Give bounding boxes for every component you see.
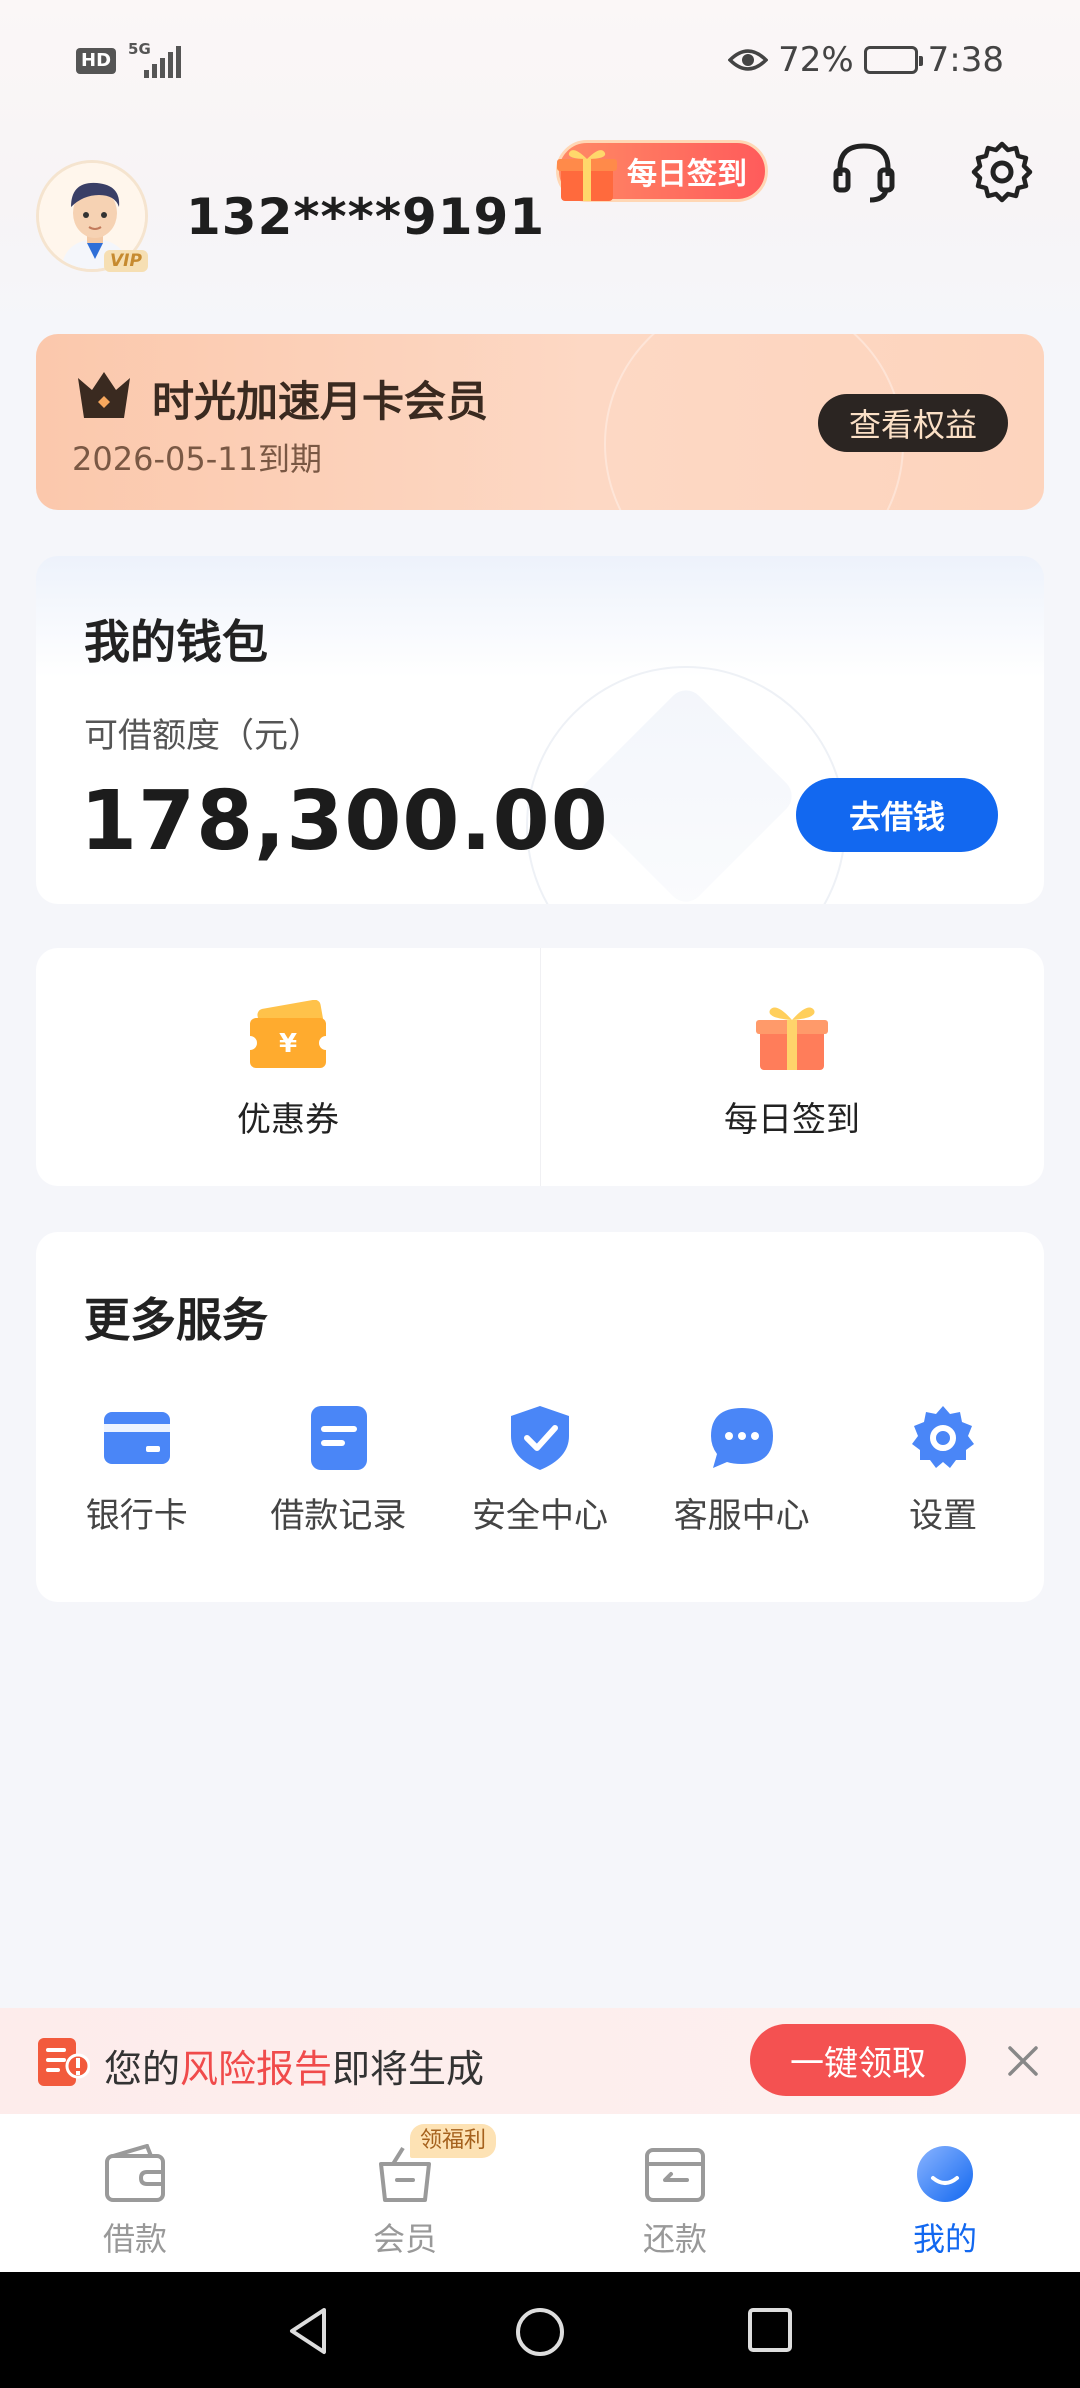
quick-actions-card: ¥ 优惠券 每日签到 [36,948,1044,1186]
network-type: 5G [128,40,151,58]
checkin-label: 每日签到 [627,157,747,192]
signal-icon: 5G [128,40,182,78]
status-bar: HD 5G 72% 7:38 [0,0,1080,130]
eye-icon [728,49,769,71]
daily-checkin-entry[interactable]: 每日签到 [540,948,1044,1186]
daily-checkin-label: 每日签到 [724,1100,860,1140]
services-title: 更多服务 [84,1293,268,1347]
record-icon [311,1406,368,1470]
member-card[interactable]: 时光加速月卡会员 2026-05-11到期 查看权益 [36,334,1044,510]
system-nav-bar [0,2272,1080,2388]
status-right: 72% 7:38 [728,40,1004,80]
repay-icon [645,2148,705,2202]
status-left: HD 5G [76,40,182,78]
service-bank-card[interactable]: 银行卡 [36,1406,238,1537]
service-customer-center[interactable]: 客服中心 [641,1406,843,1537]
service-label: 客服中心 [673,1496,810,1536]
svg-text:¥: ¥ [279,1029,297,1059]
tab-member[interactable]: 领福利 会员 [270,2114,540,2272]
bottom-tab-bar: 借款 领福利 会员 还款 我的 [0,2114,1080,2272]
risk-text-highlight: 风险报告 [180,2047,333,2091]
service-security-center[interactable]: 安全中心 [439,1406,641,1537]
service-loan-records[interactable]: 借款记录 [238,1406,440,1537]
coupon-label: 优惠券 [237,1100,339,1140]
tab-mine[interactable]: 我的 [810,2114,1080,2272]
battery-icon [863,46,923,74]
tab-borrow[interactable]: 借款 [0,2114,270,2272]
report-alert-icon [38,2038,90,2086]
recents-icon[interactable] [746,2306,794,2354]
service-settings[interactable]: 设置 [842,1406,1044,1537]
daily-checkin-button[interactable]: 每日签到 [556,140,768,202]
bank-card-icon [103,1412,170,1464]
services-card: 更多服务 银行卡 借款记录 安全中心 客服中心 设置 [36,1232,1044,1602]
credit-limit-amount: 178,300.00 [80,774,609,869]
user-phone: 132****9191 [186,188,546,246]
tab-label: 会员 [372,2220,437,2258]
services-grid: 银行卡 借款记录 安全中心 客服中心 设置 [36,1406,1044,1537]
shield-icon [510,1406,569,1470]
claim-button[interactable]: 一键领取 [750,2024,966,2096]
back-icon[interactable] [284,2306,334,2356]
gear-icon [912,1406,975,1468]
risk-report-text: 您的风险报告即将生成 [104,2038,484,2093]
coupon-entry[interactable]: ¥ 优惠券 [36,948,540,1186]
coupon-icon: ¥ [246,1000,330,1068]
member-title: 时光加速月卡会员 [152,377,489,426]
hd-badge: HD [76,48,117,74]
clock: 7:38 [927,40,1004,80]
benefit-badge: 领福利 [410,2124,497,2158]
risk-text-prefix: 您的 [104,2047,181,2091]
wallet-icon [105,2144,165,2202]
wallet-card: 我的钱包 可借额度（元） 178,300.00 去借钱 [36,556,1044,904]
battery-percent: 72% [778,40,854,80]
wallet-title: 我的钱包 [84,615,268,669]
service-label: 银行卡 [85,1496,188,1536]
view-rights-button[interactable]: 查看权益 [818,394,1008,452]
profile-icon [917,2146,973,2202]
headset-icon[interactable] [830,138,898,206]
tab-repay[interactable]: 还款 [540,2114,810,2272]
service-label: 设置 [909,1496,978,1536]
close-icon[interactable] [1004,2042,1042,2080]
home-icon[interactable] [514,2306,566,2358]
settings-icon[interactable] [968,138,1036,206]
gift-icon [557,150,617,201]
tab-label: 借款 [102,2220,167,2258]
credit-limit-label: 可借额度（元） [84,716,322,756]
risk-report-banner[interactable]: 您的风险报告即将生成 一键领取 [0,2008,1080,2114]
chat-icon [710,1408,773,1468]
vip-tag: VIP [104,250,148,272]
service-label: 安全中心 [471,1496,608,1536]
member-expire-date: 2026-05-11到期 [72,440,322,478]
tab-label: 还款 [642,2220,707,2258]
borrow-button[interactable]: 去借钱 [796,778,998,852]
risk-text-suffix: 即将生成 [332,2047,485,2091]
crown-icon [78,372,130,418]
service-label: 借款记录 [270,1496,407,1536]
gift-icon [756,1007,828,1070]
tab-label: 我的 [912,2220,977,2258]
